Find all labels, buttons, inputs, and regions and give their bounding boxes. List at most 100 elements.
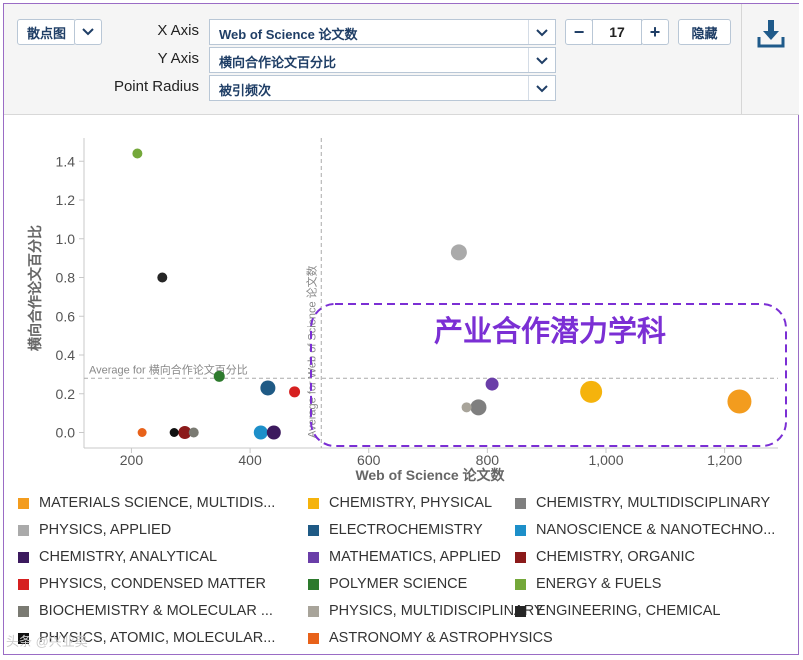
scatter-chart: 0.0 0.2 0.4 0.6 0.8 1.0 1.2 1.4 200 400 600 800 1,00… (27, 138, 787, 483)
data-point (727, 389, 752, 414)
x-axis-select-value: Web of Science 论文数 (219, 27, 358, 42)
legend-swatch (18, 497, 29, 509)
legend-item[interactable]: ENERGY & FUELS (515, 576, 661, 592)
legend-label: ELECTROCHEMISTRY (329, 522, 483, 538)
x-axis-title: Web of Science 论文数 (355, 467, 505, 483)
legend-item[interactable]: POLYMER SCIENCE (308, 576, 467, 592)
legend-label: ENGINEERING, CHEMICAL (536, 603, 721, 619)
legend-label: POLYMER SCIENCE (329, 576, 468, 592)
data-point (213, 370, 225, 382)
legend-swatch (308, 578, 319, 590)
data-point (450, 244, 467, 261)
data-point (289, 386, 301, 398)
data-point (470, 399, 487, 416)
chevron-down-icon (536, 29, 548, 37)
x-tick-label: 200 (120, 452, 144, 468)
toolbar-divider (741, 4, 742, 114)
legend-item[interactable]: PHYSICS, CONDENSED MATTER (18, 576, 266, 592)
highlight-label: 产业合作潜力学科 (434, 314, 666, 348)
legend-label: CHEMISTRY, MULTIDISCIPLINARY (536, 495, 771, 511)
hide-button-label: 隐藏 (691, 25, 718, 41)
y-axis-select[interactable]: 横向合作论文百分比 (209, 47, 556, 73)
legend-item[interactable]: PHYSICS, APPLIED (18, 522, 171, 538)
legend-item[interactable]: CHEMISTRY, PHYSICAL (308, 495, 492, 511)
legend-label: BIOCHEMISTRY & MOLECULAR ... (39, 603, 273, 619)
legend-label: NANOSCIENCE & NANOTECHNO... (536, 522, 776, 538)
data-point (485, 377, 499, 391)
legend-item[interactable]: CHEMISTRY, ORGANIC (515, 549, 695, 565)
legend-label: MATHEMATICS, APPLIED (329, 549, 501, 565)
chart-type-label: 散点图 (26, 25, 66, 41)
x-axis-select[interactable]: Web of Science 论文数 (209, 19, 556, 45)
decrement-button[interactable]: − (565, 19, 593, 45)
legend-label: CHEMISTRY, ORGANIC (536, 549, 695, 565)
data-point (266, 425, 281, 440)
legend-item[interactable]: MATERIALS SCIENCE, MULTIDIS... (18, 495, 275, 511)
y-tick-label: 1.2 (56, 192, 76, 208)
legend-label: PHYSICS, MULTIDISCIPLINARY (329, 603, 544, 619)
legend-item[interactable]: NANOSCIENCE & NANOTECHNO... (515, 522, 775, 538)
legend-label: CHEMISTRY, PHYSICAL (329, 495, 493, 511)
legend-item[interactable]: CHEMISTRY, ANALYTICAL (18, 549, 217, 565)
y-tick-label: 0.8 (56, 270, 76, 286)
point-radius-select[interactable]: 被引频次 (209, 75, 556, 101)
data-point (253, 425, 268, 440)
increment-button[interactable]: + (641, 19, 669, 45)
x-tick-label: 800 (476, 452, 500, 468)
minus-icon: − (573, 21, 585, 42)
point-radius-label: Point Radius (113, 78, 199, 95)
y-axis-select-chevron (528, 48, 555, 72)
legend-swatch (515, 524, 526, 536)
legend-label: PHYSICS, CONDENSED MATTER (39, 576, 266, 592)
data-point (260, 380, 276, 396)
legend-item[interactable]: CHEMISTRY, MULTIDISCIPLINARY (515, 495, 770, 511)
download-button[interactable] (754, 16, 788, 50)
legend-swatch (18, 605, 29, 617)
legend-swatch (515, 497, 526, 509)
legend-label: ASTRONOMY & ASTROPHYSICS (329, 630, 553, 646)
legend-item[interactable]: ENGINEERING, CHEMICAL (515, 603, 721, 619)
legend-label: ENERGY & FUELS (536, 576, 662, 592)
count-input[interactable]: 17 (592, 19, 642, 45)
legend-swatch (18, 551, 29, 563)
y-tick-label: 0.2 (56, 386, 76, 402)
data-point (188, 427, 199, 438)
legend-item[interactable]: MATHEMATICS, APPLIED (308, 549, 501, 565)
point-radius-select-value: 被引频次 (219, 83, 272, 98)
data-point (132, 148, 143, 159)
legend-swatch (308, 605, 319, 617)
y-tick-label: 0.6 (56, 308, 76, 324)
data-point (580, 380, 603, 403)
y-tick-label: 1.0 (56, 231, 76, 247)
watermark: 头条 @兴业奥 (6, 634, 88, 649)
data-point (169, 428, 179, 437)
legend-label: PHYSICS, APPLIED (39, 522, 172, 538)
legend-item[interactable]: ASTRONOMY & ASTROPHYSICS (308, 630, 553, 646)
y-tick-label: 0.0 (56, 425, 76, 441)
legend-swatch (308, 551, 319, 563)
plus-icon: + (649, 21, 661, 42)
x-axis-select-chevron (528, 20, 555, 44)
legend-swatch (308, 524, 319, 536)
data-point (461, 402, 472, 413)
hide-button[interactable]: 隐藏 (678, 19, 731, 45)
toolbar: 散点图 X Axis Y Axis Point Radius Web of Sc… (4, 4, 799, 115)
point-radius-select-chevron (528, 76, 555, 100)
chart-type-button[interactable]: 散点图 (17, 19, 76, 45)
x-tick-label: 1,200 (707, 452, 742, 468)
x-tick-label: 400 (238, 452, 262, 468)
data-point (157, 272, 168, 283)
y-axis-title: 横向合作论文百分比 (27, 225, 43, 351)
x-axis-label: X Axis (157, 22, 199, 39)
legend-swatch (515, 605, 526, 617)
legend-item[interactable]: ELECTROCHEMISTRY (308, 522, 483, 538)
data-point (137, 428, 147, 437)
legend-item[interactable]: BIOCHEMISTRY & MOLECULAR ... (18, 603, 273, 619)
legend-swatch (18, 524, 29, 536)
legend-swatch (308, 497, 319, 509)
legend-swatch (515, 551, 526, 563)
legend-label: CHEMISTRY, ANALYTICAL (39, 549, 218, 565)
y-axis-select-value: 横向合作论文百分比 (219, 55, 337, 70)
download-icon (757, 20, 785, 48)
legend-item[interactable]: PHYSICS, MULTIDISCIPLINARY (308, 603, 544, 619)
